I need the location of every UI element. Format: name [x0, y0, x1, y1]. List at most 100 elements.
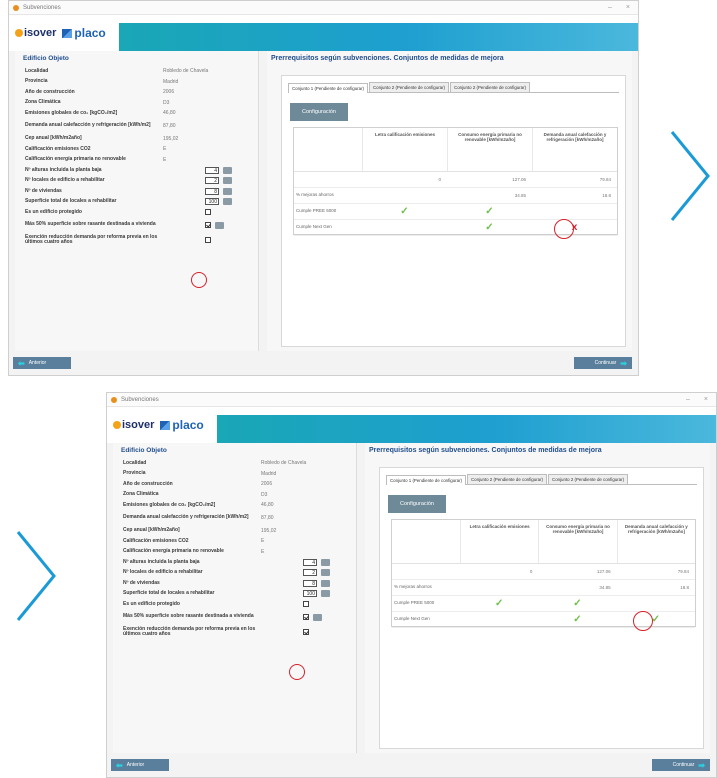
edit-button[interactable] — [215, 221, 224, 229]
field-row: Calificación energía primaria no renovab… — [123, 548, 265, 555]
window-titlebar: Subvenciones – × — [9, 1, 638, 15]
check-icon: ✓ — [485, 222, 494, 233]
residential-checkbox[interactable] — [205, 222, 211, 228]
tab-conjunto-1[interactable]: Conjunto 1 (Pendiente de configurar) — [288, 83, 369, 93]
field-row: Calificación energía primaria no renovab… — [25, 156, 167, 163]
floors-input[interactable]: 4 — [303, 558, 317, 566]
check-icon: ✓ — [494, 598, 504, 609]
close-icon[interactable]: × — [626, 4, 630, 11]
tab-conjunto-1[interactable]: Conjunto 1 (Pendiente de configurar) — [386, 475, 467, 485]
column-header: Consumo energía primaria no renovable [k… — [447, 128, 532, 171]
brand-header: isover placo — [107, 407, 716, 443]
previous-button[interactable]: ⬅ Anterior — [111, 759, 169, 771]
check-icon: ✓ — [651, 614, 661, 625]
check-icon: ✓ — [573, 598, 582, 609]
window-controls[interactable]: – × — [686, 396, 716, 403]
placo-logo: placo — [62, 26, 106, 40]
exemption-checkbox[interactable] — [303, 629, 309, 635]
highlight-ring — [191, 272, 207, 288]
placo-logo: placo — [160, 418, 204, 432]
edit-button[interactable] — [321, 579, 330, 587]
previous-button[interactable]: ⬅ Anterior — [13, 357, 71, 369]
field-row: Localidad Robledo de Chavela — [123, 459, 307, 467]
bottom-nav: ⬅ Anterior Continuar ➡ — [9, 351, 638, 375]
panel-title: Prerrequisitos según subvenciones. Conju… — [271, 55, 504, 62]
edit-button[interactable] — [313, 613, 322, 621]
floors-input[interactable]: 4 — [205, 166, 219, 174]
edit-button[interactable] — [223, 177, 232, 185]
field-row: Demanda anual calefacción y refrigeració… — [123, 514, 274, 521]
surface-input[interactable]: 100 — [303, 590, 317, 598]
residential-checkbox[interactable] — [303, 614, 309, 620]
close-icon[interactable]: × — [704, 396, 708, 403]
protected-checkbox[interactable] — [303, 601, 309, 608]
building-panel: Edificio Objeto Localidad Robledo de Chav… — [113, 443, 357, 753]
table-row: % mejoras ahorros 34.85 18.8 — [392, 580, 695, 596]
control-row: Superficie total de locales a rehabilita… — [113, 589, 356, 600]
check-icon: ✓ — [400, 206, 409, 217]
column-header: Demanda anual calefacción y refrigeració… — [616, 520, 695, 563]
table-row: Cumple PREE 5000 ✓ ✓ — [392, 596, 695, 612]
field-row: Emisiones globales de co₂ [kgCO₂/m2] 46,8… — [25, 109, 176, 117]
protected-checkbox[interactable] — [205, 209, 211, 216]
table-row: 0 127.06 79.84 — [294, 172, 617, 188]
isover-logo: isover — [113, 419, 154, 431]
tab-conjunto-3[interactable]: Conjunto 2 (Pendiente de configurar) — [548, 474, 629, 484]
field-row: Provincia Madrid — [123, 470, 277, 477]
checkbox-row: Es un edificio protegido — [113, 599, 356, 610]
arrow-left-icon: ⬅ — [116, 760, 123, 770]
minimize-icon[interactable]: – — [686, 396, 690, 403]
tab-conjunto-3[interactable]: Conjunto 2 (Pendiente de configurar) — [450, 82, 531, 92]
chevron-right-icon — [16, 531, 56, 621]
control-row: Nº locales de edificio a rehabilitar 2 — [15, 176, 258, 187]
dwellings-input[interactable]: 8 — [303, 579, 317, 587]
window-title: Subvenciones — [23, 4, 61, 11]
field-row: Año de construcción 2006 — [25, 88, 175, 96]
minimize-icon[interactable]: – — [608, 4, 612, 11]
checkbox-row: Más 50% superficie sobre rasante destina… — [15, 218, 258, 233]
column-header: Letra calificación emisiones — [460, 520, 538, 563]
brand-header: isover placo — [9, 15, 638, 51]
edit-button[interactable] — [321, 558, 330, 566]
edit-button[interactable] — [223, 187, 232, 195]
field-row: Cep anual [kWh/m2año] 195,02 — [25, 135, 179, 142]
locals-input[interactable]: 2 — [205, 177, 219, 185]
arrow-left-icon: ⬅ — [18, 358, 25, 368]
table-row: % mejoras ahorros 34.85 18.8 — [294, 188, 617, 204]
dwellings-input[interactable]: 8 — [205, 187, 219, 195]
field-row: Calificación emisiones CO2 E — [25, 145, 167, 153]
configuration-button[interactable]: Configuración — [388, 495, 446, 513]
window-controls[interactable]: – × — [608, 4, 638, 11]
column-header: Letra calificación emisiones — [362, 128, 447, 171]
edit-button[interactable] — [223, 198, 232, 206]
table-row: 0 127.06 79.84 — [392, 564, 695, 580]
edit-button[interactable] — [321, 590, 330, 598]
isover-logo: isover — [15, 27, 56, 39]
highlight-ring — [289, 664, 305, 680]
check-icon: ✓ — [573, 614, 582, 625]
screenshot-before: Subvenciones – × isover placo Edificio Ob… — [8, 0, 639, 376]
surface-input[interactable]: 100 — [205, 198, 219, 206]
continue-button[interactable]: Continuar ➡ — [652, 759, 710, 771]
continue-button[interactable]: Continuar ➡ — [574, 357, 632, 369]
table-row: Cumple Next Gen ✓ ✓ — [392, 612, 695, 628]
tab-conjunto-2[interactable]: Conjunto 2 (Pendiente de configurar) — [369, 82, 450, 92]
field-row: Calificación emisiones CO2 E — [123, 537, 265, 545]
prerequisites-panel: Prerrequisitos según subvenciones. Conju… — [267, 51, 632, 351]
window-titlebar: Subvenciones – × — [107, 393, 716, 407]
checkbox-row: Es un edificio protegido — [15, 207, 258, 218]
edit-button[interactable] — [321, 569, 330, 577]
tab-conjunto-2[interactable]: Conjunto 2 (Pendiente de configurar) — [467, 474, 548, 484]
checkbox-row: Más 50% superficie sobre rasante destina… — [113, 610, 356, 625]
configuration-button[interactable]: Configuración — [290, 103, 348, 121]
chevron-right-icon — [670, 131, 710, 221]
edit-button[interactable] — [223, 166, 232, 174]
control-row: Nº locales de edificio a rehabilitar 2 — [113, 568, 356, 579]
header-banner — [217, 415, 716, 443]
field-row: Zona Climática D3 — [25, 99, 170, 106]
table-row: Cumple Next Gen ✓ x — [294, 220, 617, 236]
locals-input[interactable]: 2 — [303, 569, 317, 577]
exemption-checkbox[interactable] — [205, 237, 211, 243]
field-row: Año de construcción 2006 — [123, 480, 273, 488]
column-header: Demanda anual calefacción y refrigeració… — [532, 128, 617, 171]
